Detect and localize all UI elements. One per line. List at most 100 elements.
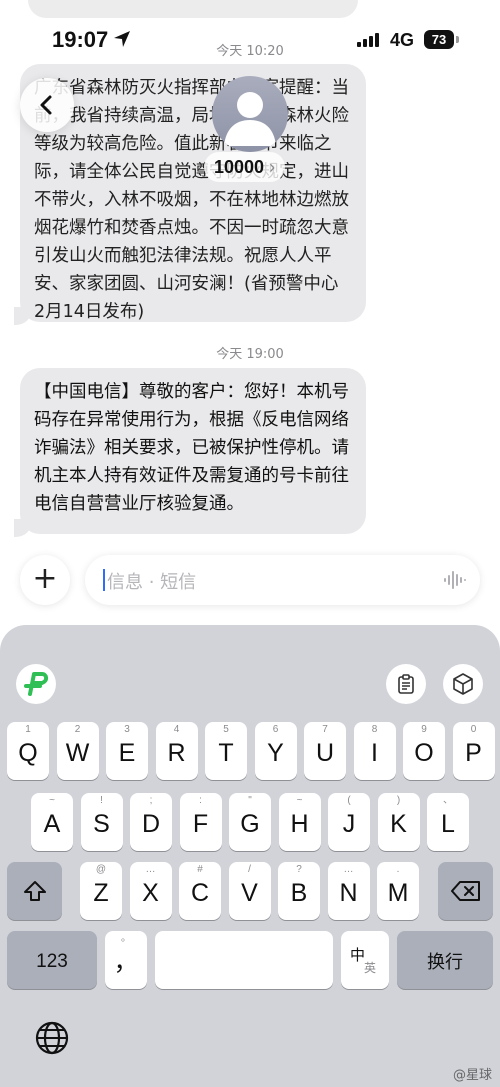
key-label: I [371,739,378,767]
key-secondary-label: … [145,864,156,875]
key-o[interactable]: 9O [403,722,445,780]
key-label: H [290,810,309,838]
key-label: O [414,739,434,767]
space-key[interactable] [155,931,333,989]
numbers-key[interactable]: 123 [7,931,97,989]
message-timestamp: 今天 10:20 [216,44,284,59]
add-attachment-button[interactable]: + [20,555,70,605]
key-x[interactable]: … X [129,862,172,920]
3d-box-button[interactable] [443,664,483,704]
key-label: Z [93,879,109,907]
key-k[interactable]: ) K [377,793,420,851]
key-secondary-label: : [199,795,202,806]
key-secondary-label: . [396,864,400,875]
key-d[interactable]: ; D [130,793,172,851]
clipboard-button[interactable] [386,664,426,704]
key-secondary-label: ; [149,795,153,806]
chevron-right-icon: › [269,157,276,177]
key-c[interactable]: # C [179,862,221,920]
waveform-icon[interactable] [444,570,466,590]
key-label: F [192,810,209,838]
key-p[interactable]: 0P [452,722,495,780]
key-secondary-label: 1 [25,724,31,735]
key-secondary-label: 9 [421,724,427,735]
key-secondary-label: 7 [322,724,328,735]
key-y[interactable]: 6Y [254,722,297,780]
key-secondary-label: ? [296,864,302,875]
key-secondary-label: 0 [470,724,477,735]
back-button[interactable] [20,78,74,132]
key-i[interactable]: 8I [353,722,396,780]
key-secondary-label: ) [396,795,401,806]
key-t[interactable]: 5T [205,722,247,780]
key-secondary-label: / [248,864,251,875]
key-secondary-label: 5 [223,724,229,735]
key-label: S [93,810,110,838]
key-u[interactable]: 7U [304,722,346,780]
key-label: Y [267,739,284,767]
key-q[interactable]: 1Q [7,722,49,780]
key-secondary-label: ! [100,795,103,806]
key-label: C [190,879,210,907]
message-input-placeholder: 信息 · 短信 [107,572,197,593]
key-label: B [290,879,308,907]
key-w[interactable]: 2W [56,722,99,780]
key-b[interactable]: ? B [278,862,320,920]
key-secondary-label: ( [347,795,351,806]
globe-icon[interactable] [32,1018,72,1058]
key-g[interactable]: " G [229,793,271,851]
key-v[interactable]: / V [228,862,271,920]
keyboard [0,625,500,1087]
return-key[interactable]: 换行 [397,931,493,989]
key-label: Q [18,739,38,767]
message-timestamp: 今天 19:00 [216,347,284,362]
message-input[interactable]: 信息 · 短信 [85,555,480,605]
key-r[interactable]: 4R [155,722,198,780]
bubble-tail [14,519,32,537]
key-m[interactable]: .M [377,862,419,920]
key-secondary-label: @ [95,864,107,875]
key-e[interactable]: 3E [106,722,148,780]
chevron-left-icon [40,95,52,115]
key-secondary-label: 3 [124,724,130,735]
shift-arrow-icon [24,881,46,901]
key-label: D [141,810,161,838]
key-z[interactable]: @ Z [80,862,122,920]
key-secondary-label: # [197,864,203,875]
key-secondary-label: 6 [272,724,279,735]
pay-shortcut-button[interactable] [16,664,56,704]
key-h[interactable]: ~ H [278,793,321,851]
key-s[interactable]: ! S [80,793,123,851]
composer-bar: + 信息 · 短信 [0,552,500,608]
key-a[interactable]: ~ A [31,793,73,851]
person-icon [224,92,276,146]
key-l[interactable]: 、 L [427,793,469,851]
key-label: G [240,810,260,838]
delete-key[interactable] [438,862,493,920]
key-label: L [441,810,455,838]
contact-name[interactable]: 10000 › [204,152,286,182]
key-label: E [118,739,136,767]
key-label: N [339,879,358,907]
key-label: T [218,739,234,767]
contact-avatar[interactable] [212,76,288,152]
key-secondary-label: ~ [296,795,303,806]
key-label: W [65,739,90,767]
key-secondary-label: 、 [443,795,453,806]
text-caret [103,569,105,591]
message-bubble[interactable]: 【中国电信】尊敬的客户：您好！本机号码存在异常使用行为，根据《反电信网络诈骗法》… [20,368,366,534]
key-n[interactable]: … N [327,862,370,920]
key-label: R [167,739,186,767]
key-label: X [142,879,159,907]
key-j[interactable]: (J [328,793,370,851]
key-f[interactable]: :F [179,793,222,851]
comma-key[interactable]: 。 ， [105,931,147,989]
bubble-tail [14,307,32,325]
key-secondary-label: ~ [49,795,55,806]
key-label: A [43,810,61,838]
key-label: U [315,739,335,767]
key-secondary-label: 2 [74,724,81,735]
shift-key[interactable] [7,862,62,920]
key-label: P [465,739,482,767]
language-switch-key[interactable]: 中 英 [341,931,389,989]
